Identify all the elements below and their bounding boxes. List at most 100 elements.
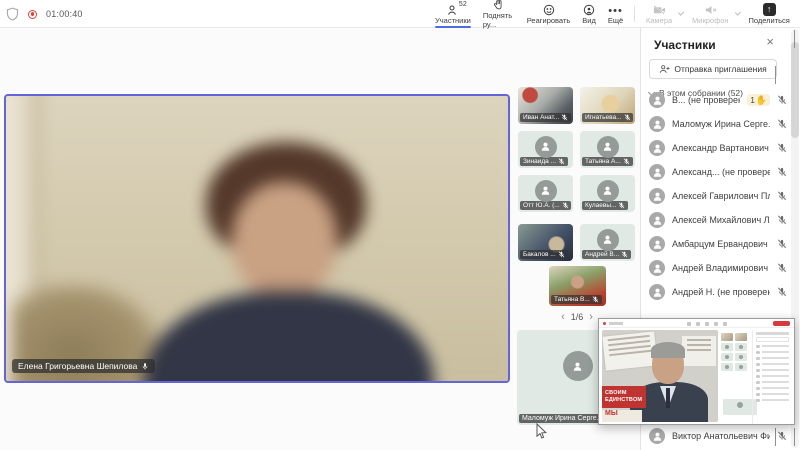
raise-hand-button[interactable]: Поднять ру... xyxy=(477,0,521,28)
avatar-placeholder-icon xyxy=(597,136,619,158)
person-icon xyxy=(540,185,551,196)
person-icon xyxy=(652,239,663,250)
avatar-placeholder-icon xyxy=(535,180,557,202)
panel-close-icon[interactable]: × xyxy=(766,34,774,49)
participant-row[interactable]: Андрей Н. (не проверено) xyxy=(649,282,787,302)
pip-preview-window[interactable]: СВОИМ ЕДИНСТВОМ МЫ xyxy=(598,318,795,425)
thumbnail-name-label: Отт Ю.А. (... xyxy=(520,201,571,210)
participant-row[interactable]: Александ... (не проверено) xyxy=(649,162,787,182)
active-speaker-video[interactable]: Елена Григорьевна Шепилова xyxy=(4,94,510,383)
avatar-placeholder-icon xyxy=(535,136,557,158)
camera-button[interactable]: Камера xyxy=(640,0,678,28)
person-icon xyxy=(540,141,551,152)
view-button[interactable]: Вид xyxy=(576,0,602,28)
participant-avatar-icon xyxy=(649,116,665,132)
list-scroll-down-icon[interactable] xyxy=(774,428,779,446)
pip-record-icon xyxy=(603,322,606,325)
raised-hand-icon: ✋ xyxy=(756,95,767,106)
send-invitation-button[interactable]: Отправка приглашения xyxy=(649,59,777,79)
list-scroll-up-icon[interactable] xyxy=(774,66,779,84)
video-thumbnail[interactable]: Татьяна В... xyxy=(549,266,606,306)
participant-name: Андрей Н. (не проверено) xyxy=(672,287,770,297)
video-thumbnail[interactable]: Игнатьева... xyxy=(580,87,635,124)
panel-title: Участники xyxy=(654,38,716,52)
microphone-options-chevron-icon[interactable] xyxy=(734,9,740,15)
mic-on-icon xyxy=(141,362,149,371)
person-icon xyxy=(652,95,663,106)
camera-options-chevron-icon[interactable] xyxy=(678,9,684,15)
mic-muted-icon xyxy=(558,158,565,165)
participant-row[interactable]: Алексей Михайлович Ля... xyxy=(649,210,787,230)
person-icon xyxy=(602,185,613,196)
meeting-timer: 01:00:40 xyxy=(46,9,83,19)
participant-name: Алексей Михайлович Ля... xyxy=(672,215,770,225)
video-thumbnail[interactable]: Зинаида ... xyxy=(518,131,573,168)
participant-avatar-icon xyxy=(649,92,665,108)
thumbnail-name-label: Татьяна В... xyxy=(551,295,602,304)
mic-muted-icon xyxy=(621,251,628,258)
participants-button[interactable]: 52 Участники xyxy=(429,0,477,28)
participants-count: 52 xyxy=(459,1,467,8)
participant-row[interactable]: Амбарцум Ервандович Х... xyxy=(649,234,787,254)
window-scroll-down-icon[interactable] xyxy=(793,428,798,446)
mic-muted-icon xyxy=(777,287,787,297)
speaker-video-frame xyxy=(4,94,510,383)
thumbnail-name-label: Бакалов ... xyxy=(520,250,568,259)
page-prev-icon[interactable]: ‹ xyxy=(561,313,565,322)
person-icon xyxy=(652,431,663,442)
thumbnail-name-label: Андрей В... xyxy=(582,250,631,259)
mic-muted-icon xyxy=(777,119,787,129)
avatar-placeholder-icon xyxy=(563,351,593,381)
thumbnail-name-label: Иван Анат... xyxy=(520,113,571,122)
window-scrollbar-thumb[interactable] xyxy=(791,42,799,138)
microphone-button[interactable]: Микрофон xyxy=(686,0,735,28)
participants-icon: 52 xyxy=(447,3,459,16)
shield-icon xyxy=(6,7,19,21)
participant-row[interactable]: Алексей Гаврилович Плу... xyxy=(649,186,787,206)
participant-row[interactable]: Виктор Анатольевич Фи... xyxy=(649,426,787,446)
participant-name: Алексей Гаврилович Плу... xyxy=(672,191,770,201)
mouse-cursor xyxy=(535,423,548,441)
pip-red-poster: СВОИМ ЕДИНСТВОМ xyxy=(602,386,646,408)
share-button[interactable]: ↑ Поделиться xyxy=(742,0,795,28)
person-icon xyxy=(652,287,663,298)
thumbnail-name-label: Зинаида ... xyxy=(520,157,568,166)
participant-name: Александ... (не проверено) xyxy=(672,167,770,177)
person-icon xyxy=(602,234,613,245)
mic-muted-icon xyxy=(777,167,787,177)
participant-row[interactable]: Маломуж Ирина Серге... xyxy=(649,114,787,134)
video-thumbnail[interactable]: Иван Анат... xyxy=(518,87,573,124)
participant-row[interactable]: В... (не проверено) 1✋ xyxy=(649,90,787,110)
mic-muted-icon xyxy=(624,114,631,121)
mic-muted-icon xyxy=(562,202,569,209)
video-thumbnail[interactable]: Татьяна А... xyxy=(580,131,635,168)
window-scroll-up-icon[interactable] xyxy=(793,30,798,48)
mic-muted-icon xyxy=(777,263,787,273)
participant-avatar-icon xyxy=(649,140,665,156)
participant-avatar-icon xyxy=(649,428,665,444)
video-thumbnail[interactable]: Отт Ю.А. (... xyxy=(518,175,573,212)
participant-avatar-icon xyxy=(649,212,665,228)
participant-name: Маломуж Ирина Серге... xyxy=(672,119,770,129)
react-button[interactable]: Реагировать xyxy=(521,0,577,28)
more-button[interactable]: ••• Ещё xyxy=(602,0,629,28)
mic-muted-icon xyxy=(777,215,787,225)
mic-muted-icon xyxy=(777,191,787,201)
video-thumbnail[interactable]: Андрей В... xyxy=(580,224,635,261)
pip-red-poster-bottom: МЫ xyxy=(602,410,642,422)
person-icon xyxy=(652,215,663,226)
page-indicator: 1/6 xyxy=(571,312,584,322)
participant-avatar-icon xyxy=(649,236,665,252)
video-thumbnail[interactable]: Кулаевы... xyxy=(580,175,635,212)
participant-row[interactable]: Андрей Владимирович ... xyxy=(649,258,787,278)
participant-row[interactable]: Александр Вартанович Ч... xyxy=(649,138,787,158)
video-thumbnail[interactable]: Бакалов ... xyxy=(518,224,573,261)
recording-indicator-icon xyxy=(28,10,37,19)
avatar-placeholder-icon xyxy=(597,229,619,251)
mic-muted-icon xyxy=(623,158,630,165)
person-icon xyxy=(652,191,663,202)
invite-person-icon xyxy=(659,64,670,74)
raise-hand-icon xyxy=(493,0,504,11)
thumbnail-name-label: Кулаевы... xyxy=(582,201,628,210)
page-next-icon[interactable]: › xyxy=(589,313,593,322)
